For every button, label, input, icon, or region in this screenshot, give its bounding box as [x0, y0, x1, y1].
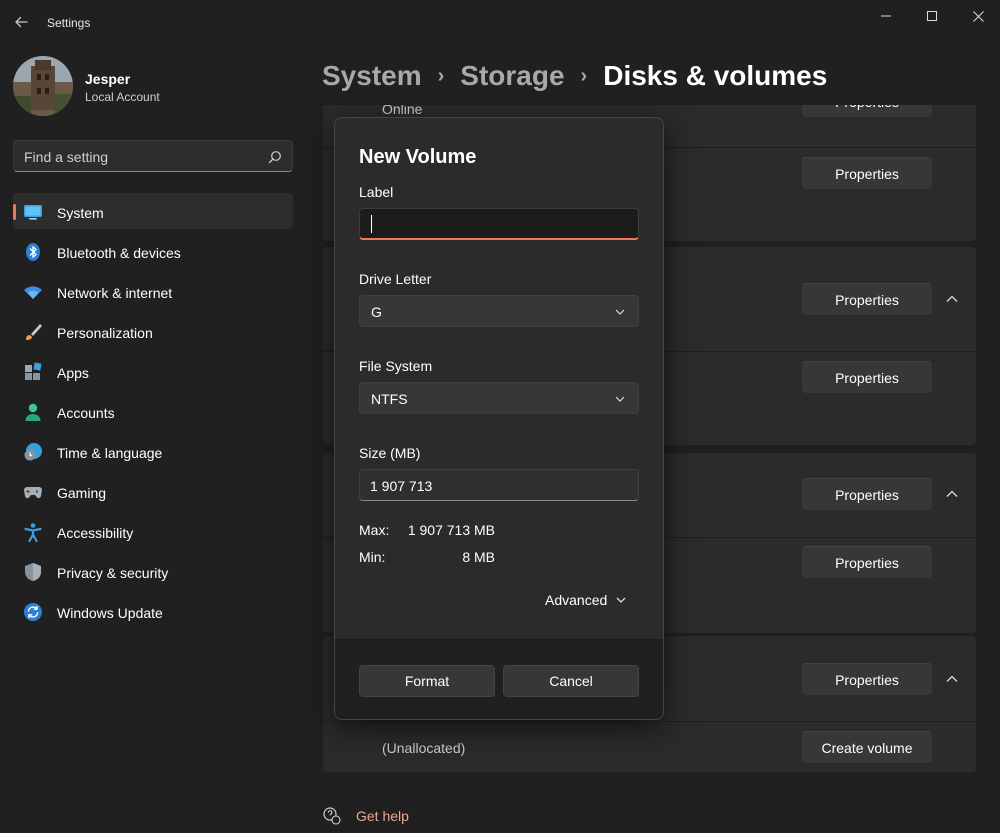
sidebar-item-label: Accessibility [57, 525, 134, 541]
help-icon [323, 807, 341, 825]
properties-button[interactable]: Properties [802, 105, 932, 117]
properties-button[interactable]: Properties [802, 361, 932, 393]
file-system-value: NTFS [371, 391, 408, 407]
sidebar-item-apps[interactable]: Apps [13, 353, 293, 389]
wifi-icon [24, 286, 42, 299]
dialog-footer: Format Cancel [335, 639, 663, 719]
sidebar-item-label: Personalization [57, 325, 153, 341]
properties-button[interactable]: Properties [802, 283, 932, 315]
bluetooth-icon [26, 243, 40, 261]
sidebar-item-label: Accounts [57, 405, 115, 421]
search-input[interactable]: Find a setting [13, 140, 293, 172]
search-placeholder: Find a setting [24, 149, 109, 165]
file-system-label: File System [359, 358, 433, 374]
brush-icon [26, 324, 42, 340]
accounts-icon [25, 403, 41, 421]
drive-letter-label: Drive Letter [359, 271, 432, 287]
sidebar-item-bluetooth[interactable]: Bluetooth & devices [13, 233, 293, 269]
dialog-body: New Volume Label Drive Letter G File Sys… [335, 118, 663, 639]
sidebar-item-privacy-security[interactable]: Privacy & security [13, 553, 293, 589]
chevron-down-icon [615, 309, 625, 315]
user-profile[interactable]: Jesper Local Account [13, 56, 293, 118]
maximize-button[interactable] [909, 0, 955, 32]
sidebar-item-label: Network & internet [57, 285, 173, 301]
account-type: Local Account [85, 90, 160, 104]
back-arrow-icon[interactable] [12, 14, 30, 32]
text-caret [371, 215, 372, 233]
label-field-label: Label [359, 184, 394, 200]
sidebar-nav: System Bluetooth & devices Network & int… [13, 193, 293, 633]
sidebar-item-personalization[interactable]: Personalization [13, 313, 293, 349]
size-input[interactable]: 1 907 713 [359, 469, 639, 501]
get-help-link[interactable]: Get help [356, 808, 409, 824]
update-icon [24, 603, 42, 621]
time-language-icon [24, 443, 42, 461]
file-system-select[interactable]: NTFS [359, 382, 639, 414]
volume-status: Online [382, 105, 423, 117]
chevron-down-icon [615, 396, 625, 402]
minimize-button[interactable] [863, 0, 909, 32]
cancel-button[interactable]: Cancel [503, 665, 639, 697]
shield-icon [25, 563, 41, 581]
avatar [13, 56, 73, 116]
chevron-right-icon: › [580, 64, 588, 87]
close-button[interactable] [955, 0, 1000, 32]
max-size-value: 1 907 713 MB [407, 522, 495, 538]
app-title: Settings [47, 16, 91, 30]
advanced-label: Advanced [545, 592, 608, 608]
sidebar-item-label: Bluetooth & devices [57, 245, 181, 261]
volume-label-input[interactable] [359, 208, 639, 240]
sidebar-item-label: Gaming [57, 485, 107, 501]
chevron-down-icon [616, 597, 626, 603]
sidebar-item-time-language[interactable]: Time & language [13, 433, 293, 469]
chevron-right-icon: › [437, 64, 445, 87]
sidebar-item-label: Privacy & security [57, 565, 169, 581]
new-volume-dialog: New Volume Label Drive Letter G File Sys… [334, 117, 664, 720]
breadcrumb: System › Storage › Disks & volumes [322, 56, 827, 96]
unallocated-label: (Unallocated) [382, 740, 466, 756]
properties-button[interactable]: Properties [802, 157, 932, 189]
sidebar-item-accessibility[interactable]: Accessibility [13, 513, 293, 549]
create-volume-button[interactable]: Create volume [802, 731, 932, 763]
sidebar-item-accounts[interactable]: Accounts [13, 393, 293, 429]
properties-button[interactable]: Properties [802, 546, 932, 578]
sidebar-item-label: Apps [57, 365, 89, 381]
chevron-up-icon[interactable] [942, 289, 962, 309]
system-icon [24, 205, 42, 220]
chevron-up-icon[interactable] [942, 669, 962, 689]
drive-letter-value: G [371, 304, 382, 320]
divider [323, 721, 976, 722]
size-label: Size (MB) [359, 445, 421, 461]
sidebar-item-system[interactable]: System [13, 193, 293, 229]
chevron-up-icon[interactable] [942, 484, 962, 504]
sidebar-item-label: Time & language [57, 445, 163, 461]
properties-button[interactable]: Properties [802, 478, 932, 510]
drive-letter-select[interactable]: G [359, 295, 639, 327]
get-help[interactable]: Get help [322, 806, 409, 826]
min-size-value: 8 MB [462, 549, 495, 565]
user-name: Jesper [85, 71, 131, 87]
breadcrumb-item-storage[interactable]: Storage [460, 60, 564, 92]
sidebar-item-gaming[interactable]: Gaming [13, 473, 293, 509]
size-value: 1 907 713 [370, 478, 433, 494]
search-icon [268, 151, 281, 164]
format-button[interactable]: Format [359, 665, 495, 697]
title-bar: Settings [0, 0, 1000, 46]
apps-icon [25, 362, 42, 380]
breadcrumb-item-system[interactable]: System [322, 60, 422, 92]
dialog-title: New Volume [359, 146, 477, 168]
gamepad-icon [24, 487, 42, 499]
properties-button[interactable]: Properties [802, 663, 932, 695]
sidebar-item-label: Windows Update [57, 605, 163, 621]
accessibility-icon [24, 523, 42, 542]
page-title: Disks & volumes [603, 60, 828, 91]
sidebar-item-label: System [57, 205, 104, 221]
sidebar-item-windows-update[interactable]: Windows Update [13, 593, 293, 629]
sidebar-item-network[interactable]: Network & internet [13, 273, 293, 309]
advanced-toggle[interactable]: Advanced [545, 590, 627, 610]
active-indicator [13, 204, 16, 220]
